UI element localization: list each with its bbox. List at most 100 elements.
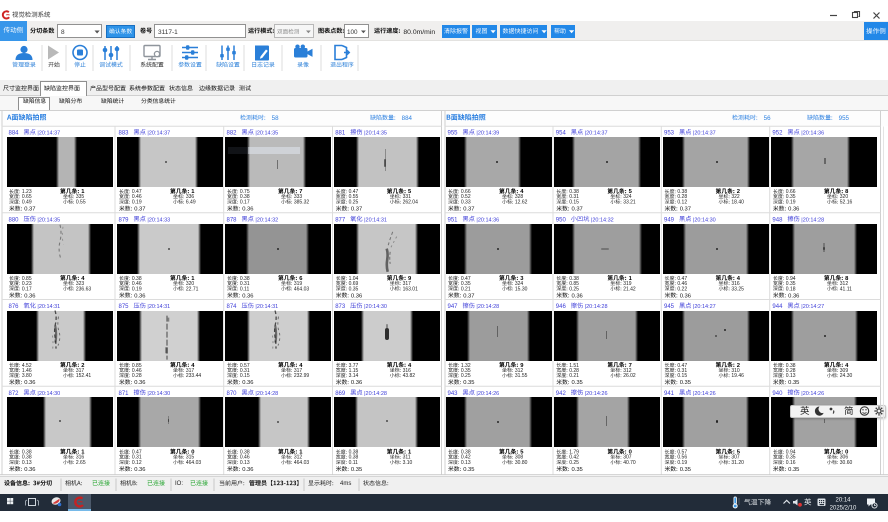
svg-text:0.36: 0.36 — [788, 207, 799, 213]
svg-text:|20:14:32: |20:14:32 — [255, 217, 278, 223]
svg-text:0.16: 0.16 — [786, 460, 796, 466]
svg-text:882: 882 — [227, 131, 238, 137]
svg-text:152.41: 152.41 — [76, 373, 92, 379]
svg-text:|20:14:27: |20:14:27 — [801, 304, 824, 310]
svg-text:|20:14:28: |20:14:28 — [255, 391, 278, 397]
svg-text:4ms: 4ms — [340, 481, 351, 487]
svg-text:0.36: 0.36 — [134, 293, 145, 299]
svg-text:0.21: 0.21 — [569, 373, 579, 379]
svg-text:879: 879 — [119, 217, 130, 223]
svg-text:30.80: 30.80 — [515, 460, 528, 466]
svg-text:100: 100 — [347, 29, 358, 36]
svg-text:0.18: 0.18 — [786, 286, 796, 292]
svg-text:0.35: 0.35 — [788, 380, 799, 386]
svg-text:947: 947 — [448, 304, 459, 310]
svg-text:0.55: 0.55 — [76, 200, 86, 206]
svg-text:0.35: 0.35 — [572, 467, 583, 473]
svg-text:0.36: 0.36 — [351, 293, 362, 299]
svg-text:12.62: 12.62 — [515, 200, 528, 206]
svg-text:80.0m/min: 80.0m/min — [403, 29, 435, 36]
svg-text:0.15: 0.15 — [569, 200, 579, 206]
svg-text:0.13: 0.13 — [240, 460, 250, 466]
svg-text:0.35: 0.35 — [680, 380, 691, 386]
svg-text:876: 876 — [9, 304, 20, 310]
svg-text:0.28: 0.28 — [132, 373, 142, 379]
svg-text:0.13: 0.13 — [461, 460, 471, 466]
svg-text:30.60: 30.60 — [840, 460, 853, 466]
svg-text:0.15: 0.15 — [240, 373, 250, 379]
svg-text:|20:14:37: |20:14:37 — [147, 131, 170, 137]
svg-text:52.16: 52.16 — [840, 200, 853, 206]
svg-text:|20:14:32: |20:14:32 — [591, 217, 614, 223]
svg-text:3.80: 3.80 — [22, 373, 32, 379]
svg-text:869: 869 — [335, 391, 346, 397]
svg-text:945: 945 — [664, 304, 675, 310]
svg-text:0.35: 0.35 — [349, 286, 359, 292]
svg-text:944: 944 — [772, 304, 783, 310]
svg-text:IO:: IO: — [175, 481, 183, 487]
svg-text:2.65: 2.65 — [76, 460, 86, 466]
svg-text:0.13: 0.13 — [786, 373, 796, 379]
svg-text:|20:14:33: |20:14:33 — [147, 217, 170, 223]
svg-text:0.36: 0.36 — [572, 293, 583, 299]
svg-text:884: 884 — [402, 115, 413, 122]
svg-text:|20:14:26: |20:14:26 — [585, 391, 608, 397]
svg-text:|20:14:26: |20:14:26 — [476, 391, 499, 397]
svg-text:|20:14:30: |20:14:30 — [693, 217, 716, 223]
svg-text:0.15: 0.15 — [677, 373, 687, 379]
svg-text:464.03: 464.03 — [186, 460, 202, 466]
svg-text:0.11: 0.11 — [240, 286, 250, 292]
svg-text:|20:14:31: |20:14:31 — [147, 304, 170, 310]
svg-text:8: 8 — [61, 29, 65, 36]
svg-text:0.37: 0.37 — [351, 207, 362, 213]
svg-text:|20:14:30: |20:14:30 — [364, 304, 387, 310]
svg-text:884: 884 — [9, 131, 20, 137]
svg-text:18.40: 18.40 — [731, 200, 744, 206]
svg-text:877: 877 — [335, 217, 346, 223]
svg-text:0.19: 0.19 — [132, 200, 142, 206]
svg-text:0.17: 0.17 — [22, 286, 32, 292]
svg-text:0.35: 0.35 — [463, 467, 474, 473]
svg-text:|20:14:36: |20:14:36 — [801, 131, 824, 137]
svg-text:|20:14:28: |20:14:28 — [364, 391, 387, 397]
svg-text:0.33: 0.33 — [461, 200, 471, 206]
svg-text:0.19: 0.19 — [677, 460, 687, 466]
svg-text:0.36: 0.36 — [24, 293, 35, 299]
svg-text:0.25: 0.25 — [569, 460, 579, 466]
svg-text:0.36: 0.36 — [242, 380, 253, 386]
svg-text:943: 943 — [448, 391, 459, 397]
svg-text:|20:14:35: |20:14:35 — [37, 217, 60, 223]
svg-text:15.30: 15.30 — [515, 286, 528, 292]
svg-text:33.21: 33.21 — [623, 200, 636, 206]
svg-text:0.25: 0.25 — [349, 200, 359, 206]
svg-text:56: 56 — [764, 115, 771, 122]
svg-text:0.36: 0.36 — [351, 380, 362, 386]
svg-text:58: 58 — [272, 115, 279, 122]
svg-text:0.36: 0.36 — [242, 293, 253, 299]
svg-text:0.12: 0.12 — [132, 460, 142, 466]
svg-text:0.13: 0.13 — [22, 460, 32, 466]
svg-text:262.04: 262.04 — [403, 200, 419, 206]
svg-text:6.49: 6.49 — [186, 200, 196, 206]
svg-text:21.42: 21.42 — [623, 286, 636, 292]
svg-text:0.36: 0.36 — [788, 293, 799, 299]
svg-text:|20:14:28: |20:14:28 — [476, 304, 499, 310]
svg-text:871: 871 — [119, 391, 130, 397]
svg-text:0.37: 0.37 — [24, 207, 35, 213]
svg-text:0.36: 0.36 — [242, 207, 253, 213]
svg-text:0.21: 0.21 — [461, 286, 471, 292]
svg-text:949: 949 — [664, 217, 675, 223]
svg-text:236.63: 236.63 — [76, 286, 92, 292]
svg-text:43.82: 43.82 — [403, 373, 416, 379]
svg-text:|20:14:39: |20:14:39 — [476, 131, 499, 137]
svg-text:|20:14:37: |20:14:37 — [37, 131, 60, 137]
svg-text:0.49: 0.49 — [22, 200, 32, 206]
svg-text:0.36: 0.36 — [134, 380, 145, 386]
svg-text:|20:14:35: |20:14:35 — [255, 131, 278, 137]
svg-text:872: 872 — [9, 391, 20, 397]
svg-text:0.19: 0.19 — [132, 286, 142, 292]
svg-text:22.71: 22.71 — [186, 286, 199, 292]
svg-text:875: 875 — [119, 304, 130, 310]
svg-text:|20:14:26: |20:14:26 — [801, 391, 824, 397]
svg-text:19.46: 19.46 — [731, 373, 744, 379]
